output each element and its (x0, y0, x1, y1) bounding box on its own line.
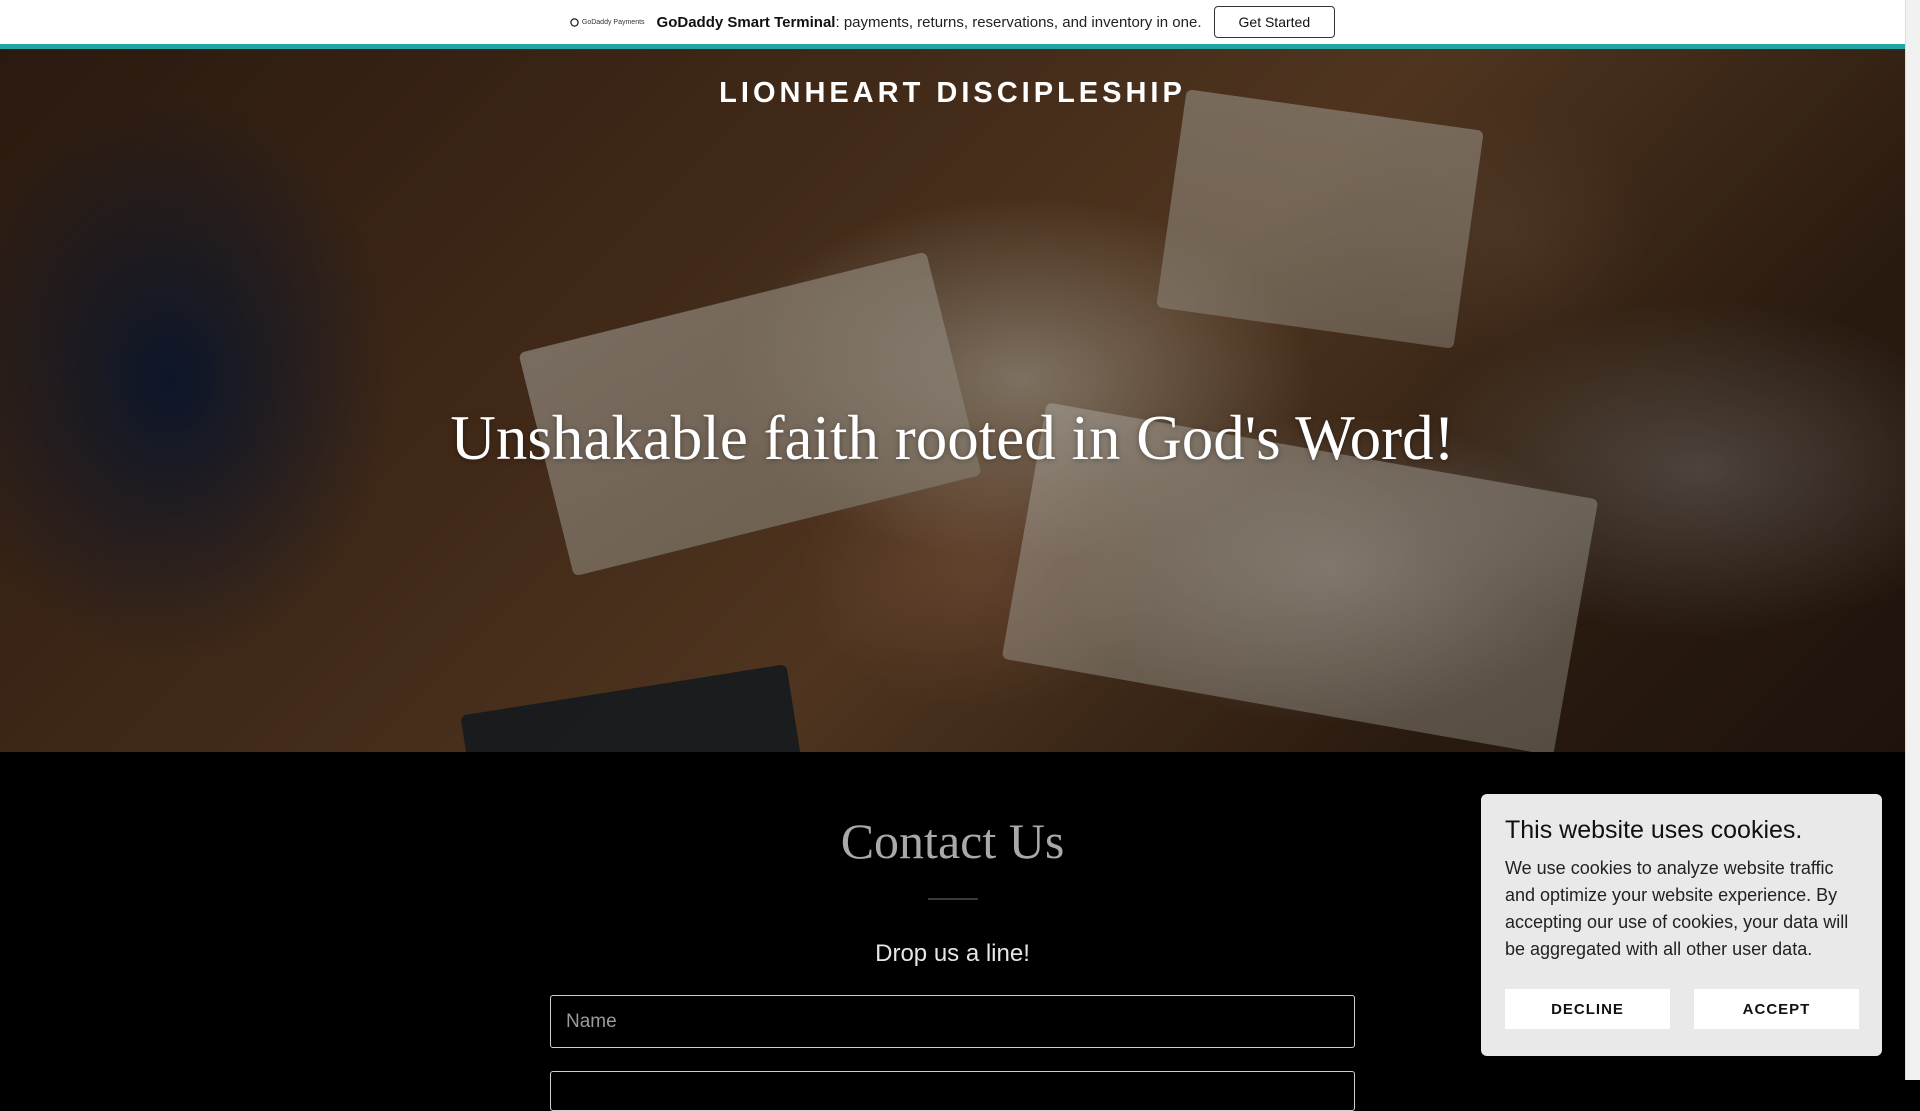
section-divider (928, 898, 978, 900)
cookie-banner: This website uses cookies. We use cookie… (1481, 794, 1882, 1056)
hero-heading: Unshakable faith rooted in God's Word! (450, 403, 1455, 473)
site-title-link[interactable]: LIONHEART DISCIPLESHIP (0, 77, 1905, 110)
cookie-actions: DECLINE ACCEPT (1505, 989, 1859, 1029)
cookie-title: This website uses cookies. (1505, 816, 1803, 844)
promo-logo-text: GoDaddy Payments (581, 18, 645, 26)
godaddy-payments-logo: GoDaddy Payments (570, 17, 645, 27)
next-form-field[interactable] (550, 1071, 1355, 1111)
cookie-message: We use cookies to analyze website traffi… (1505, 858, 1849, 959)
promo-description: : payments, returns, reservations, and i… (835, 13, 1202, 31)
accept-cookies-button[interactable]: ACCEPT (1694, 989, 1859, 1029)
hero-background-book (1156, 89, 1484, 349)
hero-section: LIONHEART DISCIPLESHIP Unshakable faith … (0, 49, 1905, 752)
godaddy-icon (570, 17, 579, 27)
decline-cookies-button[interactable]: DECLINE (1505, 989, 1670, 1029)
promo-brand: GoDaddy Smart Terminal (656, 13, 836, 31)
promo-banner: GoDaddy Payments GoDaddy Smart Terminal:… (0, 0, 1905, 44)
name-input[interactable] (550, 995, 1355, 1048)
hero-background-bible (460, 664, 810, 752)
get-started-button[interactable]: Get Started (1213, 6, 1336, 38)
promo-text: GoDaddy Smart Terminal: payments, return… (657, 14, 1202, 31)
page-scrollbar[interactable] (1905, 0, 1920, 1080)
